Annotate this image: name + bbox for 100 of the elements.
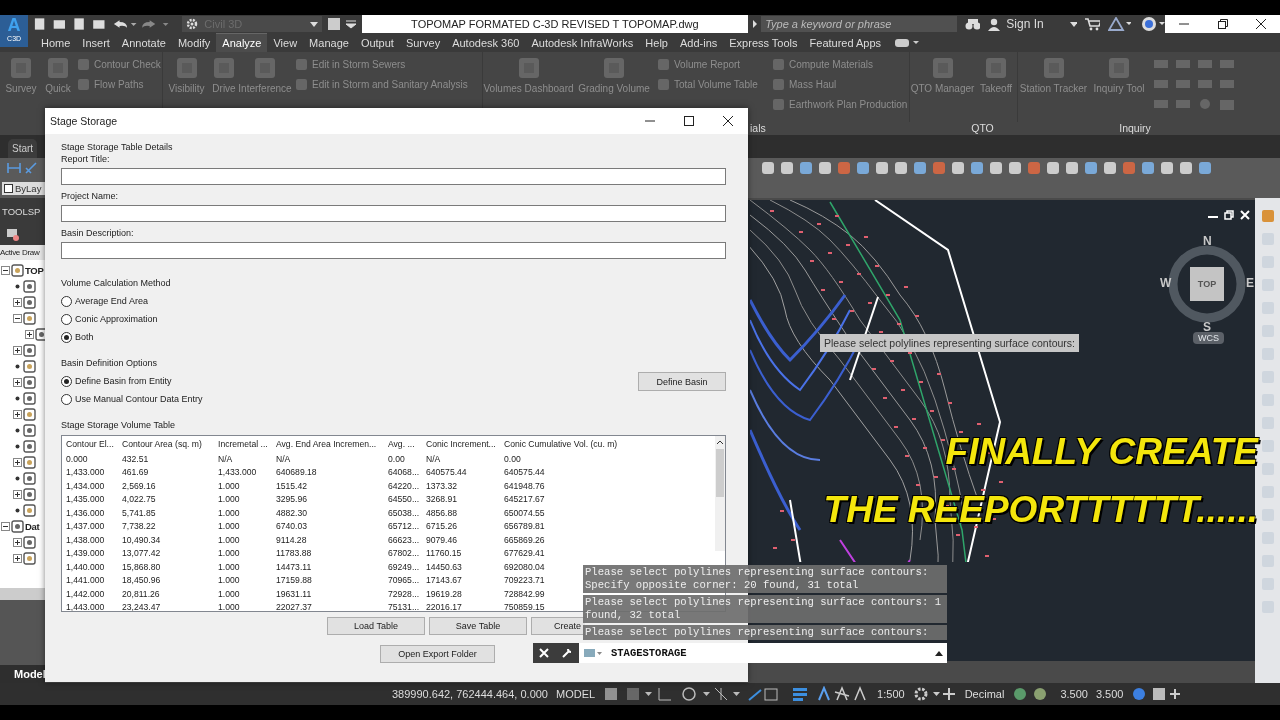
status-value[interactable]: 3.500 [1095,688,1124,700]
group-label: Volume Calculation Method [61,278,172,288]
scale-dropdown[interactable]: 1:500 [877,688,905,700]
dialog-button[interactable]: Create [531,617,585,635]
table-cell-text: 1,435.000 [66,494,106,505]
ribbon-tab[interactable]: Survey [399,33,447,52]
layer-dropdown[interactable]: ByLay [2,181,46,195]
column-header[interactable]: Contour Area (sq. m) [122,439,218,449]
table-cell-text: 461.69 [122,467,150,478]
table-cell-text: 65038... [388,507,421,518]
table-cell-text: 64068... [388,467,421,478]
table-cell-text: 65712... [388,521,421,532]
tree-item[interactable]: TOP [25,264,44,276]
ribbon-tab[interactable]: Manage [303,33,355,52]
ribbon-tab[interactable]: Featured Apps [803,33,888,52]
table-cell-text: 1,438.000 [66,534,106,545]
ribbon-tab[interactable]: Modify [171,33,217,52]
table-cell-text: 1,433.000 [66,467,106,478]
table-cell-text: 1,436.000 [66,507,106,518]
column-header[interactable]: Avg. End Area Incremen... [276,439,388,449]
table-cell: 677629.41 [504,548,545,559]
column-header[interactable]: Conic Cumulative Vol. (cu. m) [504,439,618,449]
ribbon-tab[interactable]: Add-ins [673,33,724,52]
ucs-menu[interactable]: WCS [1193,332,1224,344]
sign-in-button[interactable]: Sign In [988,17,1064,31]
table-cell-text: 70965... [388,575,421,586]
tab-header[interactable]: Active Draw [0,245,45,260]
panel-label[interactable]: QTO [971,122,994,135]
radio-label[interactable]: Use Manual Contour Data Entry [75,394,203,404]
table-cell: 665869.26 [504,534,545,545]
compass-direction[interactable]: W [1160,276,1172,290]
table-cell-text: 64550... [388,494,421,505]
table-cell-text: 7,738.22 [122,521,157,532]
table-cell-text: 19631.11 [276,588,313,599]
table-cell-text: 2,569.16 [122,480,157,491]
table-cell-text: 1.000 [218,507,241,518]
column-header[interactable]: Avg. ... [388,439,426,449]
view-cube[interactable]: TOP [1190,267,1224,301]
ribbon-tab[interactable]: Home [35,33,77,52]
dialog-button[interactable]: Load Table [327,617,425,635]
export-folder-button[interactable]: Open Export Folder [380,645,495,663]
field-label: Basin Description: [61,228,135,238]
ribbon-tab[interactable]: Analyze [216,33,268,52]
dialog-button[interactable]: Save Table [429,617,527,635]
column-header[interactable]: Incremetal ... [218,439,276,449]
table-cell-text: N/A [426,453,442,464]
table-cell-text: 1.000 [218,534,241,545]
table-cell: 640575.44 [504,467,545,478]
command-history: Please select polylines representing surface contours: [583,625,947,640]
column-header[interactable]: Contour El... [66,439,122,449]
table-cell-text: 23,243.47 [122,602,162,611]
layout-tab[interactable]: Model [0,665,45,683]
units-dropdown[interactable]: Decimal [964,688,1005,700]
radio-label[interactable]: Both [75,332,94,342]
table-cell-text: 1,439.000 [66,548,106,559]
table-cell-text: 22016.17 [426,602,463,611]
compass-direction[interactable]: E [1246,276,1254,290]
model-space-button[interactable]: MODEL [556,688,596,700]
ribbon-tab[interactable]: Help [639,33,674,52]
table-cell: 0.00 [504,453,521,464]
table-cell-text: 1,442.000 [66,588,106,599]
command-history: Please select polylines representing surface contours: 1 found, 32 total [583,595,947,623]
ribbon-tab[interactable]: Express Tools [723,33,804,52]
palette-title: TOOLSP [1,205,42,219]
panel-label[interactable]: ials [750,122,766,135]
table-cell-text: 1,443.000 [66,602,106,611]
document-tab[interactable]: Start [8,139,38,158]
table-cell-text: 0.00 [388,453,406,464]
radio-label[interactable]: Conic Approximation [75,314,158,324]
tree-item[interactable]: Dat [25,520,40,532]
table-cell-text: 9079.46 [426,534,459,545]
status-value[interactable]: 3.500 [1060,688,1088,700]
table-cell-text: 1.000 [218,575,241,586]
table-cell-text: 6740.03 [276,521,309,532]
ribbon-tab[interactable]: View [267,33,304,52]
table-cell-text: 1.000 [218,602,241,611]
compass-direction[interactable]: N [1203,234,1212,248]
ribbon-tab[interactable]: Autodesk InfraWorks [525,33,640,52]
define-basin-button[interactable]: Define Basin [638,372,726,391]
table-cell-text: 1,440.000 [66,561,106,572]
ribbon-tab[interactable]: Insert [76,33,116,52]
table-cell-text: 1515.42 [276,480,309,491]
radio-label[interactable]: Average End Area [75,296,148,306]
table-cell-text: 9114.28 [276,534,308,545]
column-header[interactable]: Conic Increment... [426,439,504,449]
panel-label[interactable]: Inquiry [1119,122,1151,135]
compass-direction[interactable]: S [1203,320,1211,334]
radio-label[interactable]: Define Basin from Entity [75,376,172,386]
search-field[interactable]: Type a keyword or phrase [761,16,958,32]
table-cell-text: 15,868.80 [122,561,162,572]
ribbon-tab[interactable]: Autodesk 360 [446,33,526,52]
command-input[interactable]: STAGESTORAGE [579,643,947,663]
table-cell-text: 1.000 [218,588,241,599]
coordinates-readout[interactable]: 389990.642, 762444.464, 0.000 [392,688,548,700]
ribbon-tab[interactable]: Annotate [115,33,172,52]
ribbon-tab[interactable]: Output [354,33,400,52]
table-cell-text: 17159.88 [276,575,313,586]
table-cell: 709223.71 [504,575,545,586]
table-cell-text: 22027.37 [276,602,313,611]
table-cell-text: 11783.88 [276,548,313,559]
